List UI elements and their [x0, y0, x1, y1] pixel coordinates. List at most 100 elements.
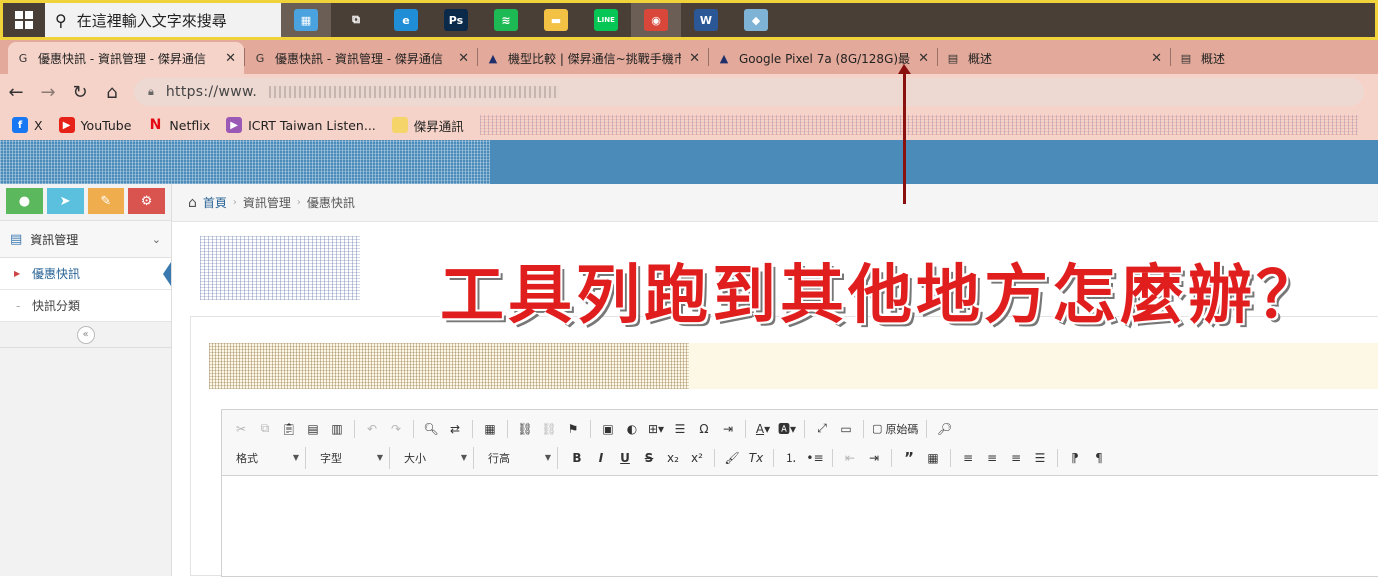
breadcrumb-section[interactable]: 資訊管理	[243, 194, 291, 211]
ltr-button[interactable]: ⁋	[1064, 447, 1086, 469]
align-center-button[interactable]: ≡	[981, 447, 1003, 469]
source-button[interactable]: ▢ 原始碼	[870, 418, 920, 440]
undo-button[interactable]: ↶	[361, 418, 383, 440]
browser-tab[interactable]: ▲ 機型比較 | 傑昇通信~挑戰手機市 ✕	[478, 42, 708, 74]
indent-button[interactable]: ⇥	[863, 447, 885, 469]
text-color-button[interactable]: A ▾	[752, 418, 774, 440]
italic-button[interactable]: I	[590, 447, 612, 469]
justify-button[interactable]: ☰	[1029, 447, 1051, 469]
remove-format-button[interactable]: Tx	[745, 447, 767, 469]
tab-close-icon[interactable]: ✕	[918, 51, 929, 66]
horizontal-rule-button[interactable]: ☰	[669, 418, 691, 440]
bookmark-item[interactable]: 傑昇通訊	[391, 116, 464, 135]
unlink-button[interactable]: ⛓	[538, 418, 560, 440]
numbered-list-button[interactable]: ⒈	[780, 447, 802, 469]
globe-shortcut-button[interactable]: ●	[6, 188, 43, 214]
preview-button[interactable]: 🔎︎	[933, 418, 955, 440]
rtl-button[interactable]: ¶	[1088, 447, 1110, 469]
paste-word-button[interactable]: ▥	[326, 418, 348, 440]
line-icon: LINE	[594, 9, 618, 31]
word-icon: W	[694, 9, 718, 31]
image-button[interactable]: ▣	[597, 418, 619, 440]
tab-close-icon[interactable]: ✕	[225, 51, 236, 66]
taskbar-app-button[interactable]: ◆	[731, 3, 781, 37]
cut-button[interactable]: ✂	[230, 418, 252, 440]
tab-close-icon[interactable]: ✕	[689, 51, 700, 66]
replace-button[interactable]: ⇄	[444, 418, 466, 440]
home-button[interactable]: ⌂	[96, 76, 128, 108]
sidebar-item-promo-news[interactable]: ▶ 優惠快訊	[0, 258, 171, 290]
bold-button[interactable]: B	[566, 447, 588, 469]
taskbar-app-button[interactable]: LINE	[581, 3, 631, 37]
find-button[interactable]: 🔍︎	[420, 418, 442, 440]
taskbar-app-button[interactable]: ▦	[281, 3, 331, 37]
collapse-sidebar-button[interactable]: «	[76, 325, 95, 344]
bulleted-list-button[interactable]: •≡	[804, 447, 826, 469]
reload-button[interactable]: ↻	[64, 76, 96, 108]
font-dropdown[interactable]: 字型 ▼	[314, 446, 390, 469]
browser-tab[interactable]: ▤ 概述 ✕	[938, 42, 1170, 74]
tab-close-icon[interactable]: ✕	[458, 51, 469, 66]
show-blocks-button[interactable]: ▭	[835, 418, 857, 440]
tab-favicon-icon: G	[255, 51, 265, 65]
size-dropdown[interactable]: 大小 ▼	[398, 446, 474, 469]
windows-logo-icon	[15, 11, 33, 29]
taskbar-app-button[interactable]: ◉	[631, 3, 681, 37]
send-shortcut-button[interactable]: ➤	[46, 188, 84, 214]
subscript-button[interactable]: x₂	[662, 447, 684, 469]
template-button[interactable]: ▦	[479, 418, 501, 440]
taskbar-search-box[interactable]: ⚲ 在這裡輸入文字來搜尋	[45, 3, 281, 37]
line-height-dropdown[interactable]: 行高 ▼	[482, 446, 558, 469]
page-break-button[interactable]: ⇥	[717, 418, 739, 440]
outdent-button[interactable]: ⇤	[839, 447, 861, 469]
brush-shortcut-button[interactable]: ✎	[87, 188, 125, 214]
tab-close-icon[interactable]: ✕	[1151, 51, 1162, 66]
forward-button[interactable]: →	[32, 76, 64, 108]
sidebar-menu-info-management[interactable]: ▤ 資訊管理 ⌄	[0, 220, 171, 258]
flash-button[interactable]: ◐	[621, 418, 643, 440]
file-explorer-icon: ▬	[544, 9, 568, 31]
special-char-button[interactable]: Ω	[693, 418, 715, 440]
underline-button[interactable]: U	[614, 447, 636, 469]
align-right-button[interactable]: ≡	[1005, 447, 1027, 469]
browser-tab[interactable]: ▤ 概述	[1171, 42, 1331, 74]
bookmark-item[interactable]: fX	[12, 117, 43, 133]
blockquote-button[interactable]: ”	[898, 447, 920, 469]
browser-tab[interactable]: G 優惠快訊 - 資訊管理 - 傑昇通信 ✕	[245, 42, 477, 74]
search-icon: ⚲	[55, 10, 67, 30]
redo-button[interactable]: ↷	[385, 418, 407, 440]
bookmark-label: 傑昇通訊	[413, 118, 464, 134]
superscript-button[interactable]: x²	[686, 447, 708, 469]
table-button[interactable]: ⊞▾	[645, 418, 667, 440]
editor-content-area[interactable]	[222, 476, 1378, 576]
taskbar-app-button[interactable]: e	[381, 3, 431, 37]
bookmark-item[interactable]: ▶ ICRT Taiwan Listen...	[226, 117, 376, 133]
copy-button[interactable]: ⧉	[254, 418, 276, 440]
address-bar[interactable]: 🔒︎ https://www.	[134, 78, 1364, 106]
tab-title: 機型比較 | 傑昇通信~挑戰手機市	[508, 51, 682, 66]
taskbar-app-button[interactable]: W	[681, 3, 731, 37]
paste-text-button[interactable]: ▤	[302, 418, 324, 440]
taskbar-app-button[interactable]: ≋	[481, 3, 531, 37]
back-button[interactable]: ←	[0, 76, 32, 108]
copy-format-button[interactable]: 🖌︎	[721, 447, 743, 469]
bg-color-button[interactable]: 🅰︎▾	[776, 418, 798, 440]
maximize-button[interactable]: ⤢	[811, 418, 833, 440]
format-dropdown[interactable]: 格式 ▼	[230, 446, 306, 469]
align-left-button[interactable]: ≡	[957, 447, 979, 469]
settings-shortcut-button[interactable]: ⚙	[128, 188, 165, 214]
paste-button[interactable]: 📋︎	[278, 418, 300, 440]
taskbar-app-button[interactable]: ▬	[531, 3, 581, 37]
anchor-flag-button[interactable]: ⚑	[562, 418, 584, 440]
breadcrumb-home-link[interactable]: 首頁	[203, 194, 227, 211]
bookmark-item[interactable]: ▶ YouTube	[58, 117, 131, 133]
sidebar-item-news-category[interactable]: - 快訊分類	[0, 290, 171, 322]
windows-start-button[interactable]	[3, 3, 45, 37]
div-container-button[interactable]: ▦	[922, 447, 944, 469]
link-button[interactable]: ⛓	[514, 418, 536, 440]
browser-tab[interactable]: G 優惠快訊 - 資訊管理 - 傑昇通信 ✕	[8, 42, 244, 74]
bookmark-item[interactable]: N Netflix	[147, 117, 211, 133]
strikethrough-button[interactable]: S	[638, 447, 660, 469]
taskbar-app-button[interactable]: Ps	[431, 3, 481, 37]
taskbar-app-button[interactable]: ⧉	[331, 3, 381, 37]
